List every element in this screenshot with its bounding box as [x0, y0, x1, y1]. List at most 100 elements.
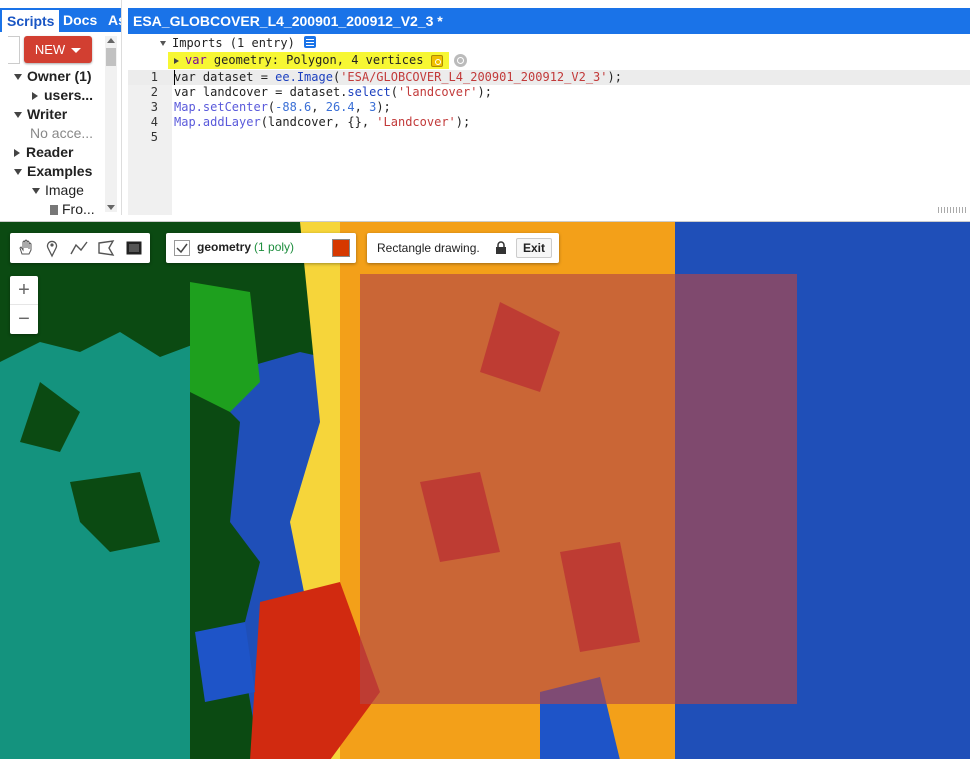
drawing-tools-bar: [10, 233, 150, 263]
code-token: ,: [354, 100, 370, 114]
code-token: 'ESA/GLOBCOVER_L4_200901_200912_V2_3': [340, 70, 608, 84]
code-token: var dataset =: [174, 70, 276, 84]
line-number: 2: [150, 85, 158, 99]
tree-image-label: Image: [45, 182, 84, 198]
file-icon: [50, 205, 58, 215]
panel-resize-handle[interactable]: [938, 207, 968, 213]
tree-reader[interactable]: Reader: [14, 144, 73, 160]
tree-writer-label: Writer: [27, 106, 68, 122]
import-name: geometry: [213, 53, 272, 67]
code-token: 'landcover': [397, 85, 478, 99]
code-token: -88.6: [275, 100, 312, 114]
code-token: ee.Image: [275, 70, 333, 84]
water-blue-region: [195, 622, 255, 702]
imports-header[interactable]: Imports (1 entry): [160, 36, 295, 50]
code-line-1[interactable]: var dataset = ee.Image('ESA/GLOBCOVER_L4…: [174, 70, 622, 85]
tree-no-access: No acce...: [30, 125, 94, 141]
tree-users[interactable]: users...: [32, 87, 93, 103]
tree-owner-label: Owner: [27, 68, 71, 84]
text-cursor: [174, 70, 175, 85]
chevron-down-icon: [14, 169, 22, 176]
chevron-right-icon: [32, 92, 38, 101]
geometry-layer-count: (1 poly): [254, 240, 295, 254]
target-icon[interactable]: [454, 54, 467, 67]
code-area[interactable]: 1 2 3 4 5 var dataset = ee.Image('ESA/GL…: [128, 70, 970, 215]
scroll-down-icon[interactable]: [107, 205, 115, 210]
drawn-rectangle-geometry: [360, 274, 797, 704]
code-token: ,: [311, 100, 326, 114]
script-filter-input[interactable]: [8, 36, 20, 64]
code-token: );: [607, 70, 622, 84]
chevron-down-icon: [32, 188, 40, 195]
geometry-layer-label[interactable]: geometry (1 poly): [197, 240, 294, 254]
line-number: 3: [150, 100, 158, 114]
tree-reader-label: Reader: [26, 144, 74, 160]
imports-section: Imports (1 entry) var geometry: Polygon,…: [128, 34, 970, 70]
imports-list-icon[interactable]: [304, 36, 316, 48]
geometry-layer-name-text: geometry: [197, 240, 252, 254]
chevron-right-icon: [14, 149, 20, 158]
point-marker-icon[interactable]: [41, 237, 63, 259]
code-token: (landcover, {},: [260, 115, 377, 129]
tree-owner-count: (1): [74, 68, 92, 84]
code-token: );: [376, 100, 391, 114]
zoom-control: + −: [10, 276, 38, 334]
new-button[interactable]: NEW: [24, 36, 92, 63]
geometry-color-swatch[interactable]: [332, 239, 350, 257]
new-button-area: NEW: [8, 36, 120, 66]
zoom-in-button[interactable]: +: [10, 276, 38, 305]
code-token: var landcover = dataset.: [174, 85, 348, 99]
code-line-4[interactable]: Map.addLayer(landcover, {}, 'Landcover')…: [174, 115, 470, 130]
code-token: );: [455, 115, 471, 129]
landcover-map[interactable]: [0, 222, 970, 759]
code-token: Map.addLayer: [174, 115, 261, 129]
map-view[interactable]: geometry (1 poly) Rectangle drawing. Exit…: [0, 221, 970, 759]
scripts-panel: Scripts Docs As NEW Owner (1) users... W…: [0, 0, 122, 215]
new-button-label: NEW: [34, 42, 66, 57]
forest-green-region: [190, 282, 260, 412]
caret-down-icon: [71, 48, 82, 54]
scroll-up-icon[interactable]: [107, 38, 115, 43]
tab-scripts[interactable]: Scripts: [2, 10, 60, 32]
code-token: );: [477, 85, 492, 99]
code-token: 'Landcover': [376, 115, 456, 129]
tree-writer[interactable]: Writer: [14, 106, 67, 122]
lock-icon[interactable]: [495, 241, 507, 255]
tree-file[interactable]: Fro...: [50, 201, 95, 215]
tree-owner[interactable]: Owner (1): [14, 68, 92, 84]
exit-button[interactable]: Exit: [516, 238, 552, 258]
line-number: 4: [150, 115, 158, 129]
line-number: 1: [150, 70, 158, 84]
geometry-layer-panel: geometry (1 poly): [166, 233, 356, 263]
tree-image[interactable]: Image: [32, 182, 84, 198]
tab-assets[interactable]: As: [103, 8, 121, 32]
code-token: (: [390, 85, 398, 99]
chevron-right-icon: [174, 57, 179, 64]
import-keyword: var: [185, 53, 207, 67]
polygon-tool-icon[interactable]: [95, 237, 117, 259]
drawing-status-panel: Rectangle drawing. Exit: [367, 233, 559, 263]
zoom-out-button[interactable]: −: [10, 305, 38, 334]
code-editor-panel: ESA_GLOBCOVER_L4_200901_200912_V2_3 * Im…: [128, 8, 970, 215]
geometry-visibility-checkbox[interactable]: [174, 240, 190, 256]
gear-icon[interactable]: [431, 54, 444, 67]
import-desc: : Polygon, 4 vertices: [271, 53, 424, 67]
geometry-import-row[interactable]: var geometry: Polygon, 4 vertices: [168, 52, 450, 69]
hand-tool-icon[interactable]: [14, 237, 36, 259]
rectangle-tool-icon[interactable]: [123, 237, 145, 259]
tree-users-label: users...: [44, 87, 94, 103]
code-line-3[interactable]: Map.setCenter(-88.6, 26.4, 3);: [174, 100, 391, 115]
tree-file-label: Fro...: [62, 201, 95, 215]
line-number: 5: [150, 130, 158, 144]
scrollbar-thumb[interactable]: [106, 48, 116, 66]
code-line-2[interactable]: var landcover = dataset.select('landcove…: [174, 85, 492, 100]
line-tool-icon[interactable]: [68, 237, 90, 259]
tree-examples[interactable]: Examples: [14, 163, 92, 179]
chevron-down-icon: [14, 112, 22, 119]
tab-docs[interactable]: Docs: [58, 8, 102, 32]
imports-header-label: Imports (1 entry): [172, 36, 295, 50]
left-panel-scrollbar[interactable]: [105, 36, 117, 212]
left-tab-bar: Scripts Docs As: [0, 8, 121, 32]
chevron-down-icon: [160, 41, 166, 46]
editor-tab-title[interactable]: ESA_GLOBCOVER_L4_200901_200912_V2_3 *: [128, 8, 970, 34]
